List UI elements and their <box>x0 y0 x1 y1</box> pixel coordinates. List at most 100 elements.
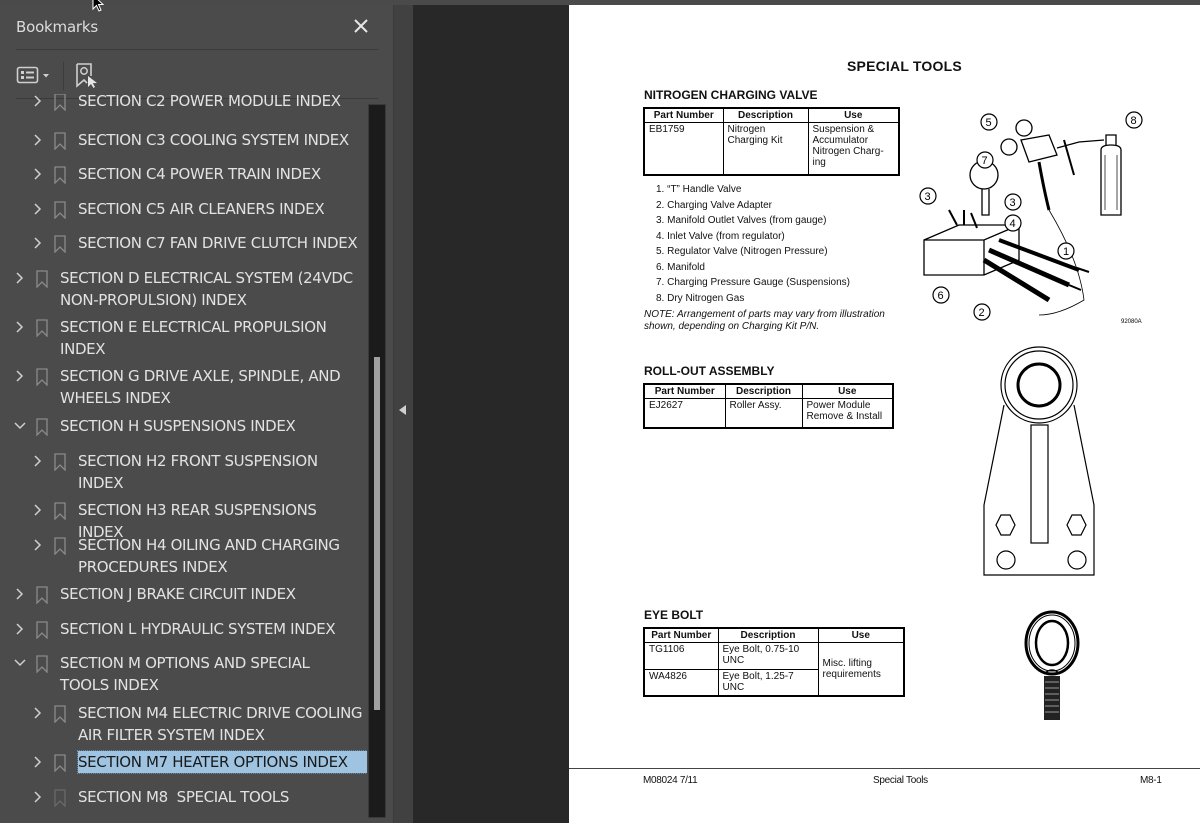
col-header: Description <box>717 627 819 643</box>
bookmark-icon <box>54 166 66 185</box>
chevron-right-icon[interactable] <box>31 129 45 151</box>
description: Eye Bolt, 0.75-10 UNC <box>717 641 819 670</box>
chevron-right-icon[interactable] <box>13 618 27 640</box>
callout-2: 2 <box>979 307 985 319</box>
bookmark-icon <box>36 319 48 338</box>
chevron-right-icon[interactable] <box>13 267 27 289</box>
bookmark-icon <box>36 270 48 289</box>
footer-rule <box>569 768 1200 769</box>
bookmarks-tree: SECTION C2 POWER MODULE INDEX SECTION C3 … <box>0 94 367 818</box>
panel-title: Bookmarks <box>16 18 99 36</box>
bookmark-label: SECTION H2 FRONT SUSPENSION INDEX <box>78 452 323 492</box>
footer-doc-id: M08024 7/11 <box>643 775 698 786</box>
chevron-down-icon[interactable] <box>13 415 27 437</box>
description: Nitrogen Charging Kit <box>722 121 809 176</box>
legend-item: 3. Manifold Outlet Valves (from gauge) <box>656 215 827 226</box>
bookmark-label: SECTION C3 COOLING SYSTEM INDEX <box>78 131 349 149</box>
options-menu-button[interactable] <box>16 64 56 86</box>
bookmark-icon <box>54 789 66 808</box>
find-current-bookmark-button[interactable] <box>74 62 100 88</box>
chevron-right-icon[interactable] <box>31 751 45 773</box>
chevron-right-icon[interactable] <box>31 702 45 724</box>
eyebolt-parts-table: Part Number Description Use TG1106 Eye B… <box>643 627 905 697</box>
bookmark-icon <box>36 621 48 640</box>
callout-8: 8 <box>1131 115 1137 127</box>
chevron-right-icon[interactable] <box>31 163 45 185</box>
callout-5: 5 <box>986 117 992 129</box>
bookmark-label: SECTION C4 POWER TRAIN INDEX <box>78 165 321 183</box>
bookmark-icon <box>36 586 48 605</box>
bookmark-icon <box>36 655 48 674</box>
chevron-right-icon[interactable] <box>31 94 45 112</box>
legend-item: 7. Charging Pressure Gauge (Suspensions) <box>656 277 850 288</box>
pdf-page: SPECIAL TOOLS NITROGEN CHARGING VALVE Pa… <box>569 5 1200 823</box>
col-header: Use <box>801 383 894 399</box>
bookmark-label: SECTION C2 POWER MODULE INDEX <box>78 94 341 110</box>
description: Eye Bolt, 1.25-7 UNC <box>717 668 819 697</box>
col-header: Part Number <box>643 627 719 643</box>
footer-section: Special Tools <box>873 775 928 786</box>
callout-7: 7 <box>982 155 988 167</box>
callout-1: 1 <box>1063 246 1069 258</box>
eye-bolt-illustration <box>1024 610 1080 720</box>
bookmark-label: SECTION D ELECTRICAL SYSTEM (24VDC NON-P… <box>60 269 358 309</box>
part-number: WA4826 <box>643 668 719 697</box>
callout-6: 6 <box>938 290 944 302</box>
bookmark-label: SECTION E ELECTRICAL PROPULSION INDEX <box>60 318 331 358</box>
col-header: Use <box>817 627 905 643</box>
rollout-parts-table: Part Number Description Use EJ2627 Rolle… <box>643 383 894 429</box>
bookmark-label: SECTION C5 AIR CLEANERS INDEX <box>78 200 325 218</box>
chevron-right-icon[interactable] <box>31 534 45 556</box>
arrangement-note: NOTE: Arrangement of parts may vary from… <box>644 309 885 332</box>
bookmark-icon <box>54 754 66 773</box>
nitrogen-section-title: NITROGEN CHARGING VALVE <box>644 88 818 102</box>
roller-assembly-illustration <box>983 346 1095 576</box>
chevron-right-icon[interactable] <box>31 232 45 254</box>
bookmark-label: SECTION M7 HEATER OPTIONS INDEX <box>77 750 367 774</box>
col-header: Description <box>722 107 809 123</box>
bookmark-label: SECTION G DRIVE AXLE, SPINDLE, AND WHEEL… <box>60 367 345 407</box>
chevron-down-icon[interactable] <box>13 652 27 674</box>
chevron-right-icon[interactable] <box>31 450 45 472</box>
bookmark-label: SECTION C7 FAN DRIVE CLUTCH INDEX <box>78 234 358 252</box>
bookmark-label: SECTION M4 ELECTRIC DRIVE COOLING AIR FI… <box>78 704 367 744</box>
col-header: Description <box>724 383 803 399</box>
bookmark-icon <box>54 705 66 724</box>
part-number: TG1106 <box>643 641 719 670</box>
table-row: TG1106 Eye Bolt, 0.75-10 UNC Misc. lifti… <box>643 641 905 697</box>
legend-item: 6. Manifold <box>656 261 705 273</box>
bookmark-icon <box>54 94 66 112</box>
page-title: SPECIAL TOOLS <box>847 58 962 74</box>
close-panel-button[interactable] <box>350 15 372 37</box>
chevron-right-icon[interactable] <box>13 365 27 387</box>
footer-page-number: M8-1 <box>1140 775 1162 786</box>
chevron-right-icon[interactable] <box>31 499 45 521</box>
bookmark-label: SECTION H SUSPENSIONS INDEX <box>60 417 296 435</box>
collapse-panel-arrow-icon[interactable] <box>399 405 406 415</box>
mouse-cursor-icon <box>92 0 105 12</box>
bookmark-icon <box>54 453 66 472</box>
chevron-right-icon[interactable] <box>13 316 27 338</box>
callout-3a: 3 <box>925 191 931 203</box>
eyebolt-section-title: EYE BOLT <box>644 608 704 622</box>
table-header-row: Part Number Description Use <box>643 627 905 643</box>
col-header: Part Number <box>643 383 726 399</box>
header-divider <box>16 49 378 50</box>
bookmarks-toolbar <box>16 60 378 90</box>
figure-id: 92080A <box>1121 319 1142 325</box>
chevron-right-icon[interactable] <box>31 198 45 220</box>
scrollbar-thumb[interactable] <box>374 357 380 710</box>
table-row: EB1759 Nitrogen Charging Kit Suspension … <box>643 121 900 176</box>
chevron-right-icon[interactable] <box>13 583 27 605</box>
bookmark-icon <box>54 502 66 521</box>
close-icon <box>354 19 368 33</box>
bookmark-label: SECTION H4 OILING AND CHARGING PROCEDURE… <box>78 536 345 576</box>
chevron-right-icon[interactable] <box>31 786 45 808</box>
table-header-row: Part Number Description Use <box>643 383 894 399</box>
table-header-row: Part Number Description Use <box>643 107 900 123</box>
bookmark-icon <box>36 418 48 437</box>
legend-item: 8. Dry Nitrogen Gas <box>656 292 745 304</box>
legend-item: 4. Inlet Valve (from regulator) <box>656 230 785 242</box>
parts-legend: 1. “T” Handle Valve 2. Charging Valve Ad… <box>656 182 850 306</box>
find-current-bookmark-icon <box>76 63 97 88</box>
